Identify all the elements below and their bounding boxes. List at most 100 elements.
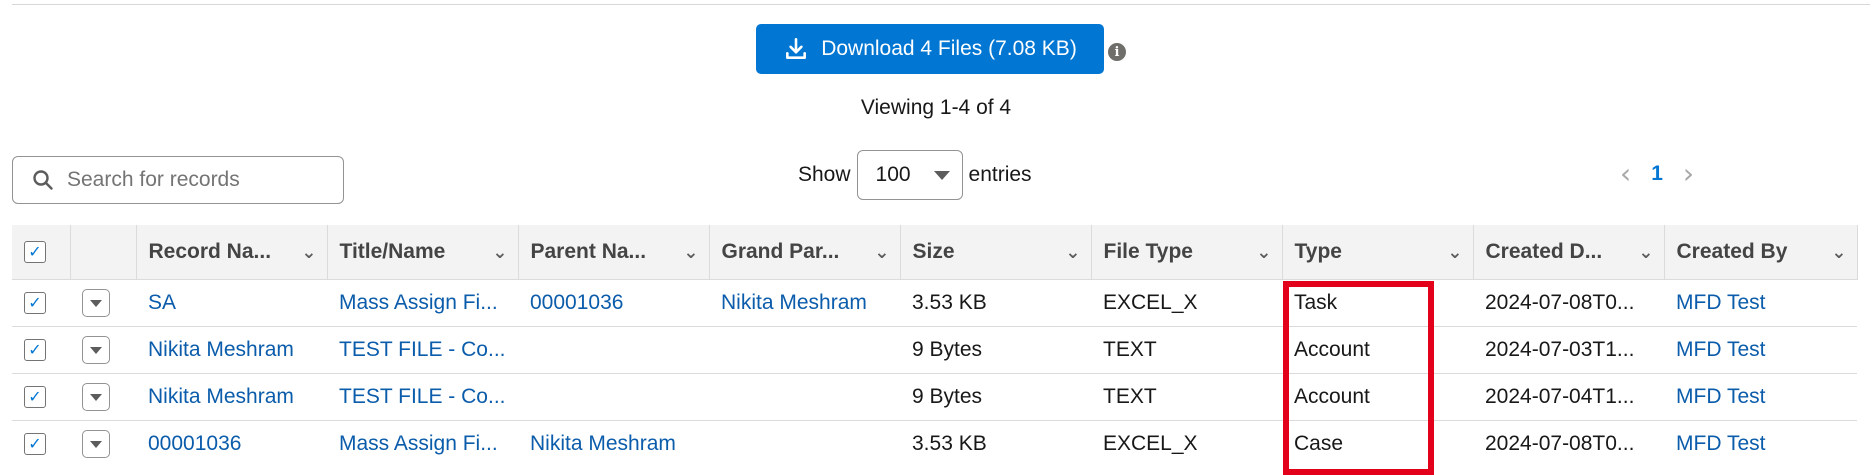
row-select-cell: ✓ <box>12 373 70 421</box>
row-actions-button[interactable] <box>82 336 110 364</box>
table-cell[interactable]: Nikita Meshram <box>136 373 327 421</box>
entries-select[interactable]: 100 <box>856 150 963 200</box>
column-header-label: Size <box>912 240 955 263</box>
row-checkbox[interactable]: ✓ <box>24 433 46 455</box>
download-button-label: Download 4 Files (7.08 KB) <box>821 37 1077 60</box>
row-checkbox[interactable]: ✓ <box>24 292 46 314</box>
table-cell: 3.53 KB <box>900 420 1091 467</box>
next-page-icon[interactable]: › <box>1683 160 1694 188</box>
chevron-down-icon[interactable]: ⌄ <box>301 242 316 263</box>
chevron-down-icon[interactable]: ⌄ <box>874 242 889 263</box>
table-cell: 2024-07-08T0... <box>1473 279 1664 327</box>
dropdown-caret-icon <box>90 393 102 401</box>
table-cell[interactable]: Nikita Meshram <box>709 279 900 327</box>
table-cell[interactable]: SA <box>136 279 327 327</box>
table-row: ✓ Nikita Meshram TEST FILE - Co... 9 Bytes T… <box>12 373 1857 421</box>
table-cell: Case <box>1282 420 1473 467</box>
show-label: Show <box>798 163 851 186</box>
table-cell: 3.53 KB <box>900 279 1091 327</box>
table-cell[interactable]: TEST FILE - Co... <box>327 326 518 374</box>
table-cell: TEXT <box>1091 373 1282 421</box>
table-cell <box>709 326 900 374</box>
column-header[interactable]: Grand Par... ⌄ <box>709 225 901 280</box>
table-cell[interactable]: Nikita Meshram <box>136 326 327 374</box>
table-cell[interactable]: MFD Test <box>1664 420 1857 467</box>
dropdown-caret-icon <box>90 299 102 307</box>
download-files-button[interactable]: Download 4 Files (7.08 KB) <box>756 24 1104 74</box>
table-row: ✓ SA Mass Assign Fi... 00001036 Nikita Meshr… <box>12 279 1857 327</box>
column-header[interactable]: Parent Na... ⌄ <box>518 225 710 280</box>
table-cell[interactable]: MFD Test <box>1664 373 1857 421</box>
chevron-down-icon[interactable]: ⌄ <box>1831 242 1846 263</box>
row-select-cell: ✓ <box>12 326 70 374</box>
row-menu-header <box>70 225 137 280</box>
search-box[interactable] <box>12 156 344 204</box>
row-actions-button[interactable] <box>82 383 110 411</box>
row-menu-cell <box>70 373 136 421</box>
row-actions-button[interactable] <box>82 430 110 458</box>
column-header[interactable]: Title/Name ⌄ <box>327 225 519 280</box>
table-cell[interactable]: Nikita Meshram <box>518 420 709 467</box>
table-cell[interactable]: Mass Assign Fi... <box>327 420 518 467</box>
prev-page-icon[interactable]: ‹ <box>1620 160 1631 188</box>
table-cell[interactable]: 00001036 <box>518 279 709 327</box>
chevron-down-icon[interactable]: ⌄ <box>1065 242 1080 263</box>
table-cell: EXCEL_X <box>1091 420 1282 467</box>
entries-per-page: Show 100 entries <box>798 150 1032 200</box>
table-cell: 9 Bytes <box>900 373 1091 421</box>
table-cell: EXCEL_X <box>1091 279 1282 327</box>
table-header-row: ✓ Record Na... ⌄ Title/Name ⌄ Parent Na...… <box>12 225 1858 280</box>
table-cell[interactable]: Mass Assign Fi... <box>327 279 518 327</box>
row-menu-cell <box>70 279 136 327</box>
column-header[interactable]: Size ⌄ <box>900 225 1092 280</box>
column-header[interactable]: Type ⌄ <box>1282 225 1474 280</box>
download-icon <box>786 37 807 59</box>
table-cell: Account <box>1282 326 1473 374</box>
row-select-cell: ✓ <box>12 420 70 467</box>
chevron-down-icon[interactable]: ⌄ <box>1447 242 1462 263</box>
select-all-checkbox[interactable]: ✓ <box>24 241 46 263</box>
top-divider <box>12 4 1870 5</box>
page-number[interactable]: 1 <box>1651 162 1663 186</box>
row-select-cell: ✓ <box>12 279 70 327</box>
chevron-down-icon[interactable]: ⌄ <box>1638 242 1653 263</box>
row-menu-cell <box>70 326 136 374</box>
column-header-label: Title/Name <box>339 240 446 263</box>
viewing-count: Viewing 1-4 of 4 <box>860 96 1012 119</box>
column-header[interactable]: File Type ⌄ <box>1091 225 1283 280</box>
row-checkbox[interactable]: ✓ <box>24 339 46 361</box>
records-table: ✓ Record Na... ⌄ Title/Name ⌄ Parent Na...… <box>12 225 1858 467</box>
entries-select-value: 100 <box>875 163 911 186</box>
table-cell[interactable]: TEST FILE - Co... <box>327 373 518 421</box>
pagination: ‹ 1 › <box>1620 160 1694 188</box>
table-row: ✓ 00001036 Mass Assign Fi... Nikita Meshram… <box>12 420 1857 467</box>
table-cell[interactable]: 00001036 <box>136 420 327 467</box>
table-row: ✓ Nikita Meshram TEST FILE - Co... 9 Bytes T… <box>12 326 1857 374</box>
column-header[interactable]: Record Na... ⌄ <box>136 225 328 280</box>
column-header[interactable]: Created By ⌄ <box>1664 225 1858 280</box>
column-header-label: Created D... <box>1485 240 1603 263</box>
table-cell: Task <box>1282 279 1473 327</box>
entries-label: entries <box>968 163 1032 186</box>
table-cell: TEXT <box>1091 326 1282 374</box>
select-all-header: ✓ <box>12 225 71 280</box>
table-cell: 2024-07-08T0... <box>1473 420 1664 467</box>
row-menu-cell <box>70 420 136 467</box>
search-input[interactable] <box>65 167 329 193</box>
row-actions-button[interactable] <box>82 289 110 317</box>
chevron-down-icon[interactable]: ⌄ <box>683 242 698 263</box>
dropdown-caret-icon <box>90 440 102 448</box>
table-cell[interactable]: MFD Test <box>1664 279 1857 327</box>
row-checkbox[interactable]: ✓ <box>24 386 46 408</box>
chevron-down-icon[interactable]: ⌄ <box>492 242 507 263</box>
chevron-down-icon[interactable]: ⌄ <box>1256 242 1271 263</box>
info-icon[interactable]: i <box>1108 43 1126 61</box>
column-header-label: Record Na... <box>148 240 272 263</box>
table-cell[interactable]: MFD Test <box>1664 326 1857 374</box>
dropdown-caret-icon <box>90 346 102 354</box>
table-cell: Account <box>1282 373 1473 421</box>
column-header[interactable]: Created D... ⌄ <box>1473 225 1665 280</box>
column-header-label: Type <box>1294 240 1342 263</box>
table-cell: 9 Bytes <box>900 326 1091 374</box>
dropdown-caret-icon <box>933 170 950 180</box>
